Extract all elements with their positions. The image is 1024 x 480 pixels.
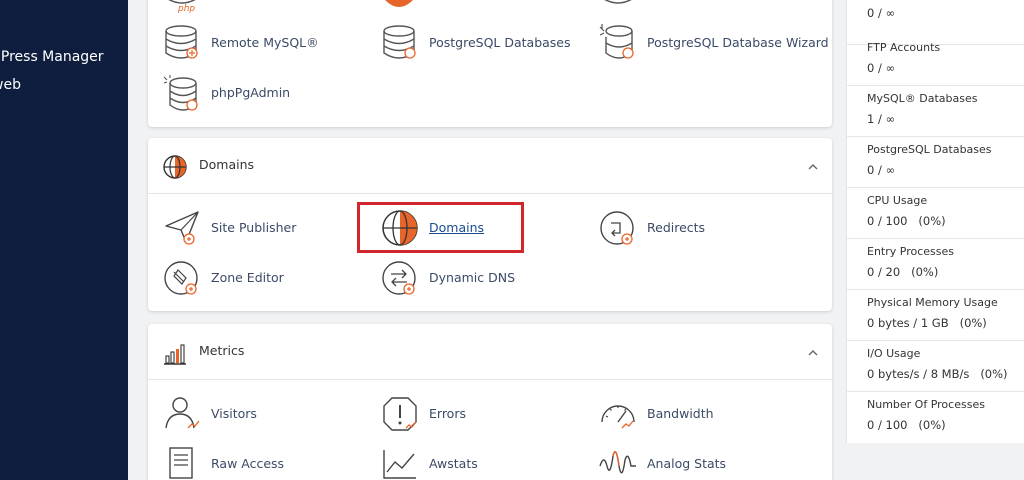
stat-value: 0 / ∞ bbox=[867, 163, 896, 177]
remote-mysql-item[interactable]: Remote MySQL® bbox=[162, 23, 362, 63]
remote-mysql-label: Remote MySQL® bbox=[211, 35, 319, 50]
stat-label[interactable]: Number Of Processes bbox=[867, 398, 985, 411]
stat-label[interactable]: FTP Accounts bbox=[867, 41, 940, 54]
stat-value: 0 bytes / 1 GB (0%) bbox=[867, 316, 987, 330]
domains-panel-title: Domains bbox=[199, 157, 255, 172]
redirects-icon bbox=[600, 211, 634, 245]
stat-row-io-usage: I/O Usage 0 bytes/s / 8 MB/s (0%) bbox=[847, 341, 1024, 392]
redirects-item[interactable]: Redirects bbox=[598, 208, 798, 248]
site-publisher-item[interactable]: Site Publisher bbox=[162, 208, 362, 248]
awstats-item[interactable]: Awstats bbox=[380, 444, 580, 480]
stat-row-ftp-accounts: FTP Accounts 0 / ∞ bbox=[847, 35, 1024, 86]
stat-value: 0 / ∞ bbox=[867, 6, 896, 20]
stat-row-number-of-processes: Number Of Processes 0 / 100 (0%) bbox=[847, 392, 1024, 443]
errors-icon bbox=[383, 397, 417, 431]
database-wizard-icon bbox=[604, 0, 632, 4]
chevron-up-icon[interactable] bbox=[808, 162, 818, 172]
stat-label[interactable]: MySQL® Databases bbox=[867, 92, 977, 105]
stat-value: 0 / 20 (0%) bbox=[867, 265, 939, 279]
stat-value: 1 / ∞ bbox=[867, 112, 896, 126]
svg-text:php: php bbox=[177, 4, 195, 14]
zone-editor-label: Zone Editor bbox=[211, 270, 284, 285]
visitors-item[interactable]: Visitors bbox=[162, 394, 362, 434]
stat-value: 0 / ∞ bbox=[867, 61, 896, 75]
analog-stats-icon bbox=[599, 451, 636, 474]
postgresql-wizard-icon bbox=[599, 24, 634, 59]
stat-value: 0 / 100 (0%) bbox=[867, 214, 946, 228]
stat-row-physical-memory: Physical Memory Usage 0 bytes / 1 GB (0%… bbox=[847, 290, 1024, 341]
bandwidth-item[interactable]: Bandwidth bbox=[598, 394, 798, 434]
stat-label[interactable]: Entry Processes bbox=[867, 245, 954, 258]
redirects-label: Redirects bbox=[647, 220, 706, 235]
stat-value: 0 bytes/s / 8 MB/s (0%) bbox=[867, 367, 1008, 381]
statistics-panel: 0 / ∞ FTP Accounts 0 / ∞ MySQL® Database… bbox=[846, 0, 1024, 443]
stat-label[interactable]: Physical Memory Usage bbox=[867, 296, 998, 309]
sidebar: s dPress Manager web bbox=[0, 0, 128, 480]
chevron-up-icon[interactable] bbox=[808, 348, 818, 358]
awstats-icon bbox=[383, 450, 416, 479]
partial-item-3[interactable] bbox=[598, 0, 658, 20]
remote-mysql-icon bbox=[165, 25, 198, 59]
stat-label[interactable]: CPU Usage bbox=[867, 194, 927, 207]
postgresql-wizard-item[interactable]: PostgreSQL Database Wizard bbox=[598, 23, 829, 63]
highlight-box bbox=[357, 202, 524, 253]
database-orange-icon bbox=[385, 0, 413, 7]
metrics-chart-icon bbox=[164, 344, 186, 365]
analog-stats-label: Analog Stats bbox=[647, 456, 727, 471]
dynamic-dns-icon bbox=[382, 261, 416, 295]
dynamic-dns-label: Dynamic DNS bbox=[429, 270, 516, 285]
partial-item-2[interactable] bbox=[380, 0, 440, 20]
metrics-panel-header[interactable]: Metrics bbox=[148, 324, 832, 380]
stat-row-entry-processes: Entry Processes 0 / 20 (0%) bbox=[847, 239, 1024, 290]
errors-item[interactable]: Errors bbox=[380, 394, 580, 434]
stat-value: 0 / 100 (0%) bbox=[867, 418, 946, 432]
postgresql-wizard-label: PostgreSQL Database Wizard bbox=[647, 35, 829, 50]
sidebar-item-web[interactable]: web bbox=[0, 77, 21, 93]
stat-row-cpu-usage: CPU Usage 0 / 100 (0%) bbox=[847, 188, 1024, 239]
bandwidth-gauge-icon bbox=[601, 405, 635, 429]
bandwidth-label: Bandwidth bbox=[647, 406, 714, 421]
phppgadmin-label: phpPgAdmin bbox=[211, 85, 291, 100]
raw-access-label: Raw Access bbox=[211, 456, 285, 471]
stat-row-mysql-databases: MySQL® Databases 1 / ∞ bbox=[847, 86, 1024, 137]
domains-panel-header[interactable]: Domains bbox=[148, 138, 832, 194]
visitors-icon bbox=[165, 397, 200, 429]
raw-access-item[interactable]: Raw Access bbox=[162, 444, 362, 480]
zone-editor-item[interactable]: Zone Editor bbox=[162, 258, 362, 298]
phppgadmin-icon bbox=[163, 75, 198, 111]
stat-label[interactable]: I/O Usage bbox=[867, 347, 920, 360]
phpmyadmin-icon: php bbox=[168, 0, 196, 14]
site-publisher-label: Site Publisher bbox=[211, 220, 297, 235]
postgresql-databases-label: PostgreSQL Databases bbox=[429, 35, 571, 50]
zone-editor-icon bbox=[164, 261, 198, 295]
phppgadmin-item[interactable]: phpPgAdmin bbox=[162, 73, 362, 113]
errors-label: Errors bbox=[429, 406, 466, 421]
site-publisher-icon bbox=[165, 211, 199, 245]
postgresql-databases-item[interactable]: PostgreSQL Databases bbox=[380, 23, 580, 63]
globe-icon bbox=[163, 155, 187, 179]
databases-panel: php Remote MySQL® PostgreSQL Databases P… bbox=[148, 0, 832, 127]
partial-phpmyadmin-item[interactable]: php bbox=[162, 0, 222, 20]
sidebar-item-wordpress-manager[interactable]: dPress Manager bbox=[0, 49, 104, 65]
stat-row-postgresql-databases: PostgreSQL Databases 0 / ∞ bbox=[847, 137, 1024, 188]
raw-access-icon bbox=[169, 447, 193, 479]
visitors-label: Visitors bbox=[211, 406, 257, 421]
stat-label[interactable]: PostgreSQL Databases bbox=[867, 143, 992, 156]
dynamic-dns-item[interactable]: Dynamic DNS bbox=[380, 258, 580, 298]
analog-stats-item[interactable]: Analog Stats bbox=[598, 444, 798, 480]
metrics-panel-title: Metrics bbox=[199, 343, 245, 358]
postgresql-databases-icon bbox=[383, 25, 416, 59]
metrics-panel: Metrics Visitors Errors Bandwidth Raw Ac… bbox=[148, 324, 832, 480]
awstats-label: Awstats bbox=[429, 456, 478, 471]
